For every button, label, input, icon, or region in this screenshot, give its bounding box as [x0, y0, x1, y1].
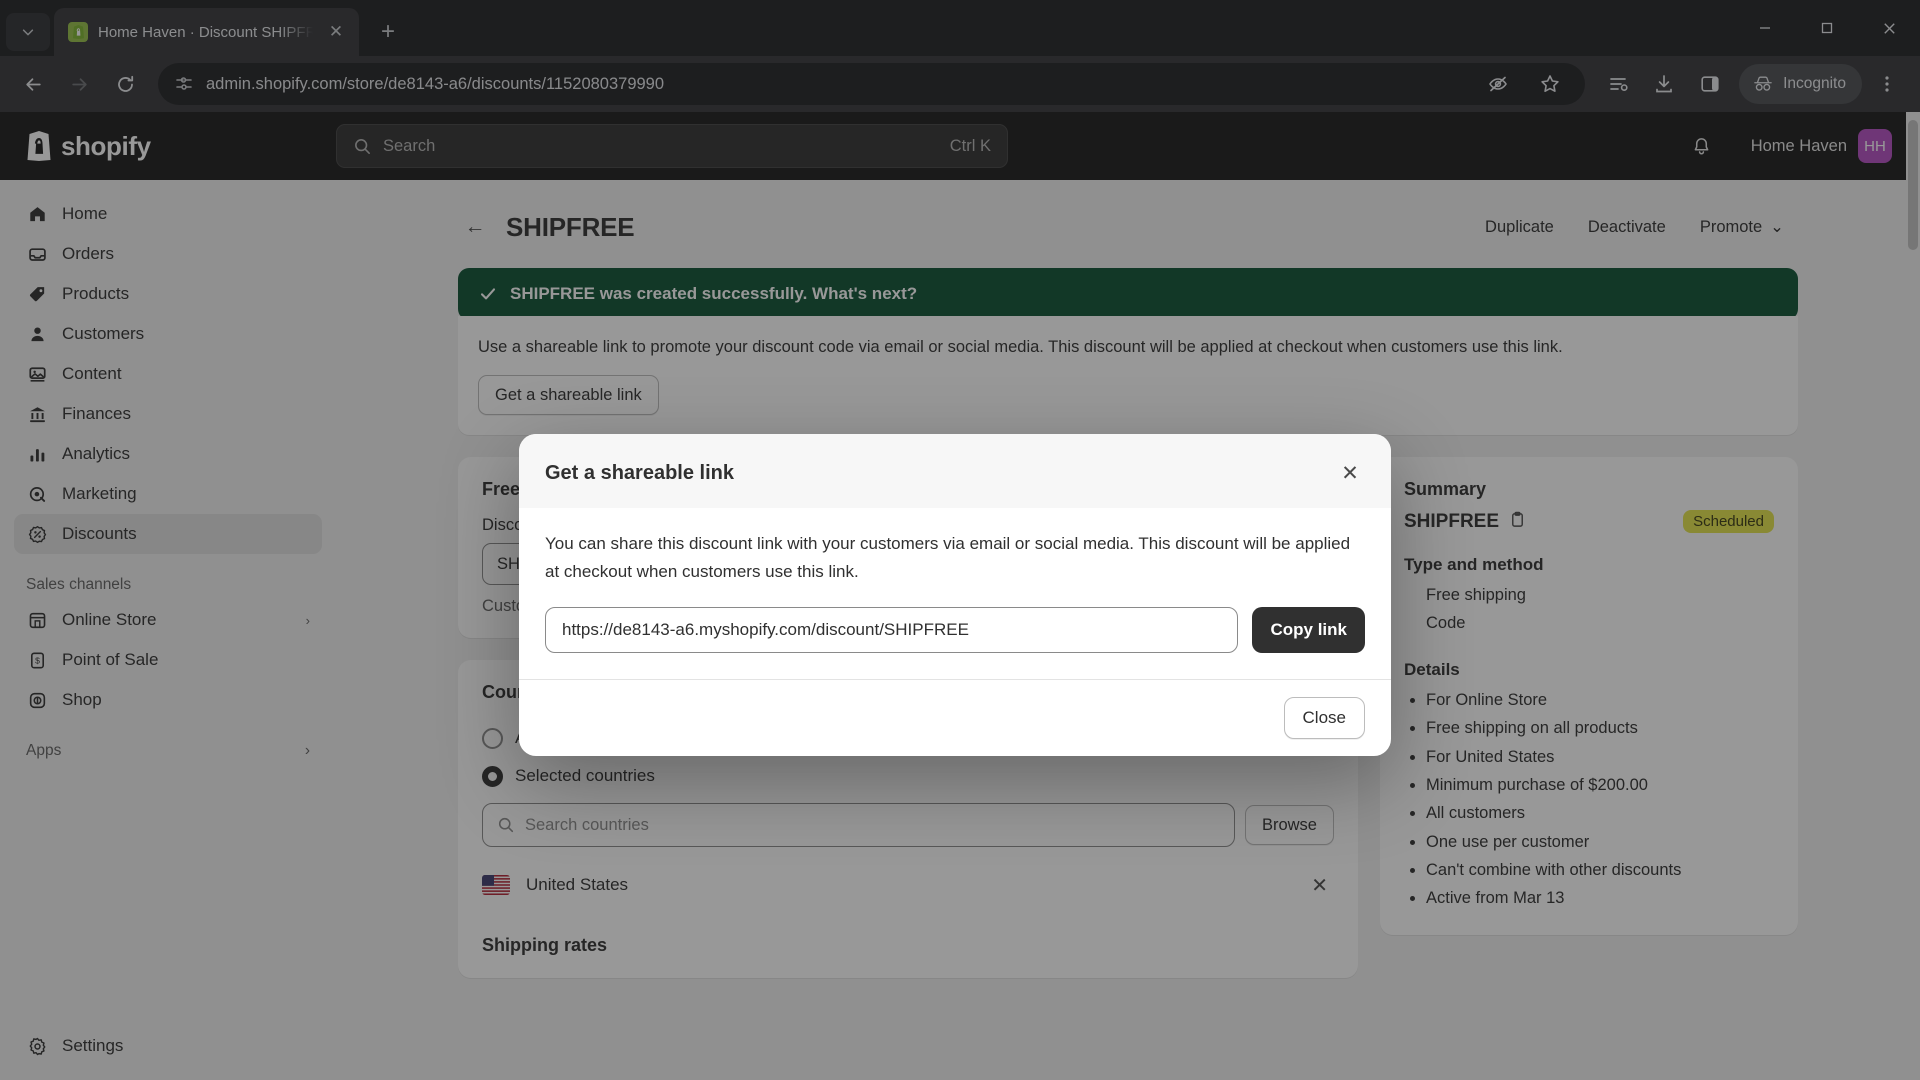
share-link-input[interactable]: https://de8143-a6.myshopify.com/discount…: [545, 607, 1239, 654]
modal-header: Get a shareable link ✕: [519, 434, 1391, 508]
browser-window: Home Haven · Discount SHIPFR ✕ + admin.s…: [0, 0, 1920, 1080]
modal-close-icon[interactable]: ✕: [1333, 456, 1367, 490]
link-row: https://de8143-a6.myshopify.com/discount…: [545, 607, 1365, 654]
modal-title: Get a shareable link: [545, 461, 734, 484]
modal-footer: Close: [519, 679, 1391, 756]
copy-link-button[interactable]: Copy link: [1252, 607, 1365, 654]
shareable-link-modal: Get a shareable link ✕ You can share thi…: [519, 434, 1391, 757]
modal-description: You can share this discount link with yo…: [545, 534, 1351, 581]
close-button[interactable]: Close: [1283, 697, 1365, 740]
modal-body: You can share this discount link with yo…: [519, 508, 1391, 679]
